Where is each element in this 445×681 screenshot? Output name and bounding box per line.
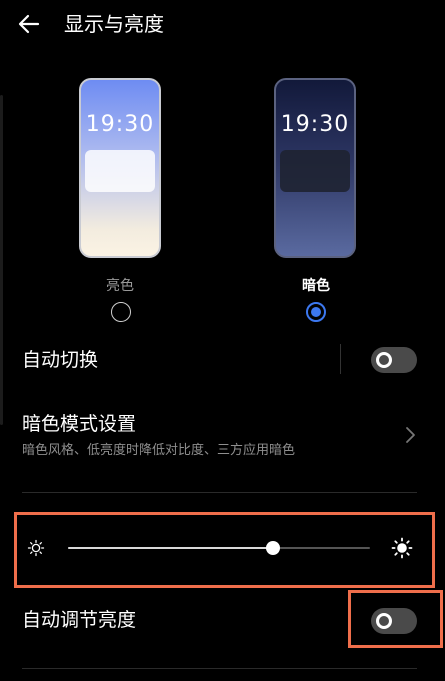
- dark-theme-preview[interactable]: 19:30: [274, 78, 356, 258]
- auto-brightness-label: 自动调节亮度: [22, 609, 137, 631]
- brightness-highlight-box: [14, 512, 435, 588]
- light-preview-time: 19:30: [85, 112, 155, 137]
- arrow-left-icon[interactable]: [16, 10, 44, 38]
- light-mode-radio[interactable]: [111, 302, 131, 322]
- dark-mode-settings-label[interactable]: 暗色模式设置: [22, 411, 136, 437]
- sun-small-icon: [27, 539, 45, 557]
- chevron-right-icon[interactable]: [404, 425, 416, 445]
- light-theme-preview[interactable]: 19:30: [79, 78, 161, 258]
- toggle-knob: [376, 613, 392, 629]
- row-divider: [340, 344, 341, 374]
- dark-preview-card: [280, 150, 350, 192]
- dark-mode-label: 暗色: [302, 278, 330, 294]
- brightness-slider-fill: [68, 547, 274, 549]
- auto-switch-toggle[interactable]: [371, 347, 417, 373]
- toggle-knob: [376, 352, 392, 368]
- auto-brightness-toggle[interactable]: [371, 608, 417, 634]
- header: 显示与亮度: [0, 0, 445, 52]
- brightness-slider[interactable]: [68, 541, 370, 555]
- section-divider: [22, 668, 417, 669]
- sun-large-icon: [391, 537, 413, 559]
- light-mode-label: 亮色: [106, 278, 134, 294]
- page-title: 显示与亮度: [64, 12, 164, 36]
- dark-mode-radio[interactable]: [306, 302, 326, 322]
- dark-preview-time: 19:30: [280, 112, 350, 137]
- auto-switch-label: 自动切换: [22, 349, 99, 371]
- light-preview-card: [85, 150, 155, 192]
- dark-mode-settings-description: 暗色风格、低亮度时降低对比度、三方应用暗色: [22, 443, 296, 458]
- scroll-edge: [0, 95, 3, 425]
- section-divider: [22, 492, 417, 493]
